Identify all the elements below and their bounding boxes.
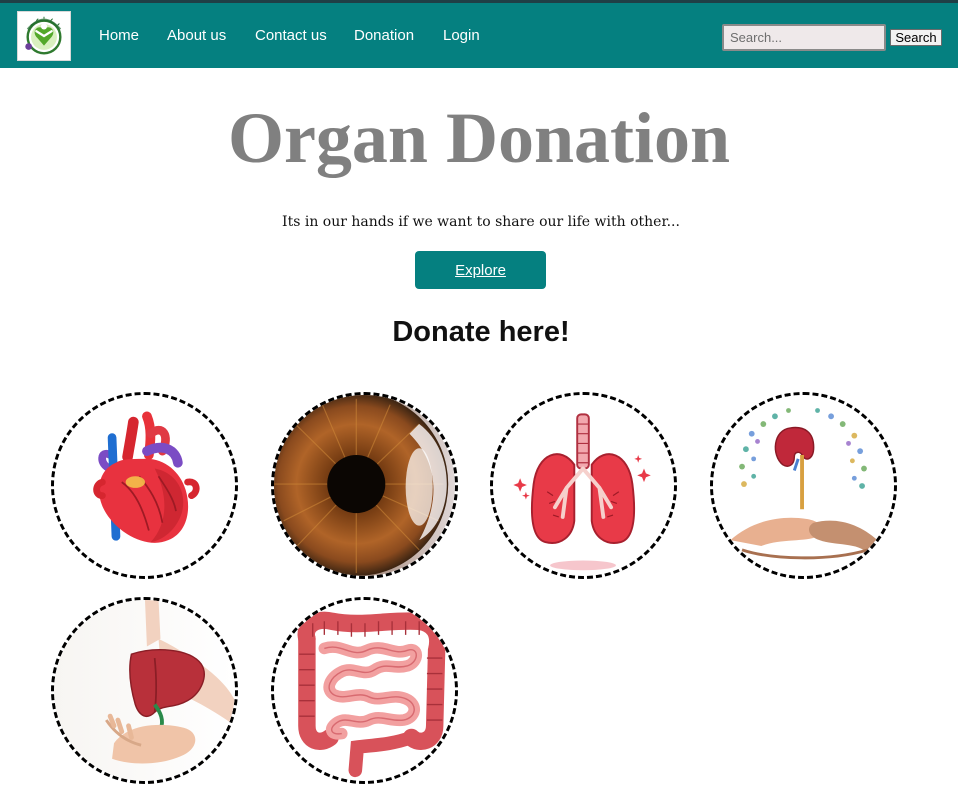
donate-title: Donate here! xyxy=(392,316,570,348)
nav-login[interactable]: Login xyxy=(443,27,480,44)
hero-title: Organ Donation xyxy=(227,98,731,178)
intestines-icon xyxy=(274,600,455,781)
logo[interactable] xyxy=(17,11,71,61)
hero-tagline: Its in our hands if we want to share our… xyxy=(282,214,680,230)
organ-label-lungs: lungs-icon xyxy=(493,576,494,577)
organ-label-intestines: intestines-icon xyxy=(274,781,275,782)
search-button[interactable]: Search xyxy=(890,29,942,46)
nav-about-us[interactable]: About us xyxy=(167,27,226,44)
navbar: Home About us Contact us Donation Login … xyxy=(0,0,958,68)
lungs-icon xyxy=(493,395,674,576)
eye-icon xyxy=(274,395,455,576)
organ-card-intestines[interactable]: intestines-icon xyxy=(271,597,458,784)
kidney-icon xyxy=(713,395,894,576)
organ-label-heart: heart-icon xyxy=(54,576,55,577)
nav-contact-us[interactable]: Contact us xyxy=(255,27,327,44)
organ-label-kidney: kidney-icon xyxy=(713,576,714,577)
nav-donation[interactable]: Donation xyxy=(354,27,414,44)
logo-icon xyxy=(25,16,62,55)
organ-card-liver[interactable]: liver-icon xyxy=(51,597,238,784)
explore-button[interactable]: Explore xyxy=(415,251,546,289)
heart-icon xyxy=(54,395,235,576)
liver-icon xyxy=(54,600,235,781)
organ-card-heart[interactable]: heart-icon xyxy=(51,392,238,579)
nav-home[interactable]: Home xyxy=(99,27,139,44)
organ-label-liver: liver-icon xyxy=(54,781,55,782)
organ-card-eye[interactable]: eye-icon xyxy=(271,392,458,579)
organ-label-eye: eye-icon xyxy=(274,576,275,577)
organ-card-lungs[interactable]: lungs-icon xyxy=(490,392,677,579)
search-input[interactable] xyxy=(722,24,886,51)
organ-card-kidney[interactable]: kidney-icon xyxy=(710,392,897,579)
